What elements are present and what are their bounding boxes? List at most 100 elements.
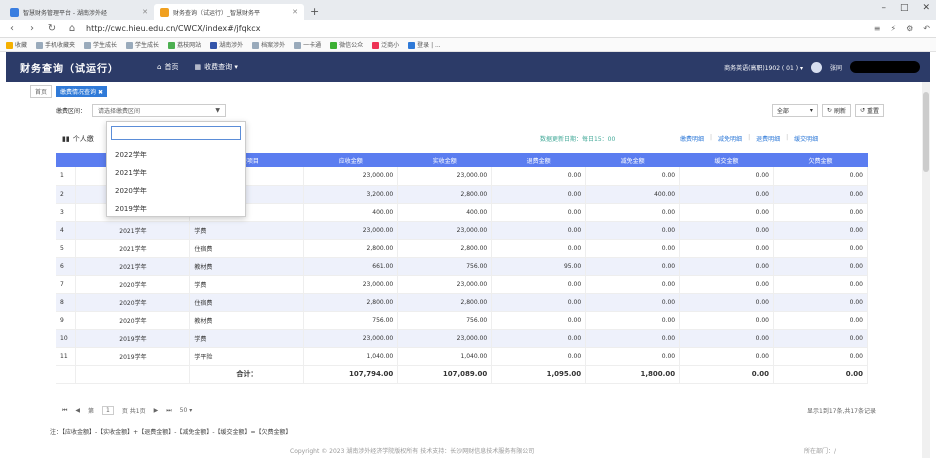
star-icon <box>6 42 13 49</box>
table-cell: 0.00 <box>585 293 681 312</box>
table-cell: 0.00 <box>491 239 587 258</box>
link-reduction-detail[interactable]: 减免明细 <box>718 134 742 143</box>
window-controls: – □ ✕ <box>881 3 930 13</box>
table-cell: 0.00 <box>773 364 868 384</box>
user-menu[interactable]: 商务英语(高职)1902 ( 01 ) ▾ 张同 <box>724 61 920 73</box>
table-cell: 756.00 <box>303 311 399 330</box>
bookmark-item[interactable]: 档案涉外 <box>252 40 285 49</box>
table-cell <box>75 364 191 384</box>
copyright: Copyright © 2023 湖南涉外经济学院版权所有 技术支持：长沙网财信… <box>290 448 535 455</box>
address-tools: ≡ ⚡ ⚙ ↶ <box>874 24 930 33</box>
back-icon[interactable]: ‹ <box>6 23 18 34</box>
page-input[interactable]: 1 <box>102 406 114 415</box>
scrollbar-thumb[interactable] <box>923 92 929 172</box>
breadcrumb-active-tab[interactable]: 缴费情况查询 ✖ <box>56 85 107 97</box>
table-cell: 5 <box>56 239 77 258</box>
chevron-down-icon: ▾ <box>189 407 193 414</box>
forward-icon[interactable]: › <box>26 23 38 34</box>
col-header[interactable]: 缓交金额 <box>679 153 774 167</box>
bookmark-item[interactable]: 登录 | ... <box>408 40 441 49</box>
col-header[interactable]: 欠费金额 <box>773 153 868 167</box>
table-cell: 10 <box>56 329 77 348</box>
refresh-button[interactable]: ↻ 刷新 <box>821 104 851 117</box>
col-header[interactable]: 减免金额 <box>585 153 680 167</box>
table-row: 7 2020学年 学费 23,000.00 23,000.00 0.00 0.00 0.00 0… <box>56 275 868 294</box>
bookmark-item[interactable]: 一卡通 <box>294 40 321 49</box>
filter-label: 缴费区间： <box>56 108 87 115</box>
link-refund-detail[interactable]: 退费明细 <box>756 134 780 143</box>
nav-fee-query[interactable]: ▦ 收费查询 ▾ <box>194 62 237 72</box>
col-header[interactable]: 退费金额 <box>491 153 586 167</box>
next-page-icon[interactable]: ▶ <box>154 407 159 414</box>
browser-tab-2[interactable]: 财务查询（试运行）_智慧财务平 ✕ <box>154 4 304 20</box>
breadcrumb-home[interactable]: 首页 <box>30 84 53 98</box>
bookmark-item[interactable]: 荔枝网站 <box>168 40 201 49</box>
bookmark-item[interactable]: 学生成长 <box>84 40 117 49</box>
bookmark-item[interactable]: 泛商小 <box>372 40 399 49</box>
link-payment-detail[interactable]: 缴费明细 <box>680 134 704 143</box>
department-label: 所在部门：/ <box>803 448 836 455</box>
table-cell: 0.00 <box>679 203 774 222</box>
bookmark-item[interactable]: 学生成长 <box>126 40 159 49</box>
settings-icon[interactable]: ⚙ <box>906 24 913 33</box>
bookmark-item[interactable]: 微信公众 <box>330 40 363 49</box>
user-class-label: 商务英语(高职)1902 ( 01 ) ▾ <box>724 64 803 72</box>
bar-chart-icon: ▮▮ <box>62 135 70 143</box>
table-cell: 0.00 <box>773 275 868 294</box>
dropdown-option[interactable]: 2022学年 <box>107 146 245 164</box>
url-field[interactable]: http://cwc.hieu.edu.cn/CWCX/index#/jfqkc… <box>86 24 866 33</box>
dropdown-option[interactable]: 2019学年 <box>107 200 245 218</box>
last-page-icon[interactable]: ⏭ <box>166 407 171 415</box>
link-deferral-detail[interactable]: 缓交明细 <box>794 134 818 143</box>
table-cell: 0.00 <box>679 311 774 330</box>
app-header: 财务查询（试运行） ⌂ 首页 ▦ 收费查询 ▾ 商务英语(高职)1902 ( 01 … <box>6 52 930 82</box>
col-header[interactable]: 应收金额 <box>303 153 398 167</box>
bookmark-item[interactable]: 手机收藏夹 <box>36 40 75 49</box>
menu-icon[interactable]: ≡ <box>874 24 881 33</box>
pagination: ⏮ ◀ 第 1 页 共1页 ▶ ⏭ 50 ▾ <box>62 406 192 415</box>
table-cell: 0.00 <box>491 293 587 312</box>
table-cell: 2020学年 <box>75 311 191 330</box>
table-cell: 756.00 <box>397 311 493 330</box>
table-cell: 0.00 <box>491 311 587 330</box>
page-size-select[interactable]: 50 ▾ <box>180 407 193 414</box>
folder-icon <box>252 42 260 49</box>
table-total-row: 合计： 107,794.00 107,089.00 1,095.00 1,800.00 0… <box>56 364 868 384</box>
table-cell: 23,000.00 <box>303 275 399 294</box>
interval-select[interactable]: 请选择缴费区间 ▼ <box>92 104 227 117</box>
close-window-icon[interactable]: ✕ <box>922 3 930 13</box>
bookmark-item[interactable]: 湖南涉外 <box>210 40 243 49</box>
nav-home[interactable]: ⌂ 首页 <box>157 62 178 72</box>
col-header[interactable]: 实收金额 <box>397 153 492 167</box>
home-page-icon[interactable]: ⌂ <box>66 23 78 34</box>
close-icon[interactable]: ✕ <box>292 8 298 16</box>
table-cell: 0.00 <box>491 329 587 348</box>
close-icon[interactable]: ✕ <box>142 8 148 16</box>
maximize-icon[interactable]: □ <box>900 3 909 13</box>
table-cell: 0.00 <box>773 203 868 222</box>
dropdown-option[interactable]: 2020学年 <box>107 182 245 200</box>
page-scrollbar[interactable] <box>922 82 930 458</box>
table-cell: 0.00 <box>585 167 681 186</box>
scope-select[interactable]: 全部 ▾ <box>771 104 818 117</box>
prev-page-icon[interactable]: ◀ <box>75 407 80 414</box>
dropdown-option[interactable]: 2021学年 <box>107 164 245 182</box>
update-info: 数据更新日期：每日15：00 <box>540 136 616 143</box>
new-tab-icon[interactable]: + <box>304 4 325 20</box>
minimize-icon[interactable]: – <box>881 3 886 13</box>
browser-tab-1[interactable]: 智慧财务管理平台 - 湖南涉外经 ✕ <box>4 4 154 20</box>
table-cell: 0.00 <box>679 239 774 258</box>
extension-icon[interactable]: ⚡ <box>891 24 897 33</box>
table-cell: 3,200.00 <box>303 185 399 204</box>
reload-icon[interactable]: ↻ <box>46 23 58 34</box>
browser-tab-strip: 智慧财务管理平台 - 湖南涉外经 ✕ 财务查询（试运行）_智慧财务平 ✕ + –… <box>0 0 936 20</box>
dropdown-search-input[interactable] <box>111 126 241 140</box>
bookmark-item[interactable]: 收藏 <box>6 40 27 49</box>
first-page-icon[interactable]: ⏮ <box>62 407 67 415</box>
close-icon[interactable]: ✖ <box>98 89 103 96</box>
reset-button[interactable]: ↺ 重置 <box>854 104 884 117</box>
folder-icon <box>36 42 44 49</box>
undo-icon[interactable]: ↶ <box>923 24 930 33</box>
redacted-user-name <box>850 61 920 73</box>
table-cell: 0.00 <box>585 311 681 330</box>
